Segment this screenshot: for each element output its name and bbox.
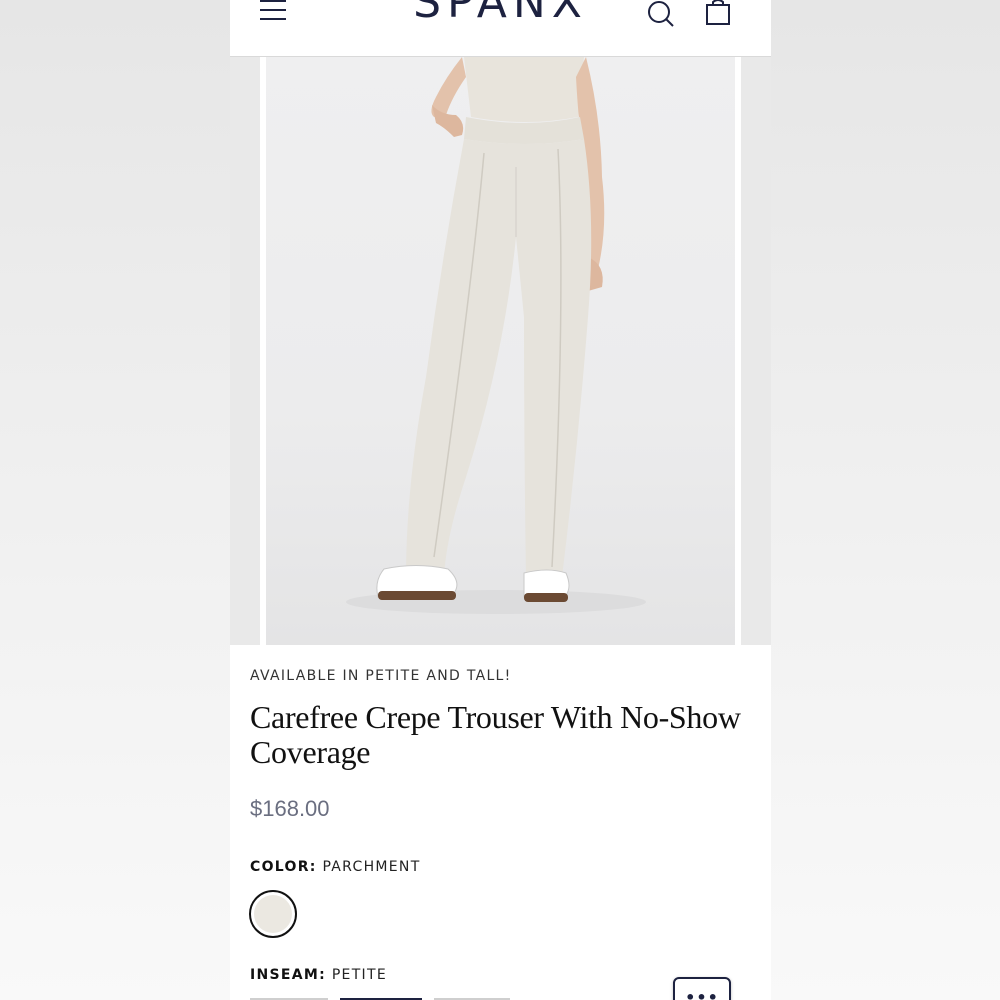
search-icon[interactable] (647, 0, 675, 28)
chat-button[interactable]: ••• (673, 977, 731, 1000)
product-image-carousel[interactable] (230, 57, 771, 645)
color-selector-label: COLOR: PARCHMENT (250, 859, 421, 875)
product-image[interactable] (266, 57, 735, 645)
inseam-value: PETITE (331, 967, 387, 983)
product-price: $168.00 (250, 796, 330, 821)
color-value: PARCHMENT (322, 859, 421, 875)
model-wearing-trousers-illustration (346, 57, 646, 614)
color-label: COLOR: (250, 859, 317, 875)
brand-logo[interactable]: SPANX (230, 0, 771, 28)
swatch-fill (254, 895, 292, 933)
mobile-viewport: SPANX AVAILABLE IN PETITE AND TALL! Care… (230, 0, 771, 1000)
shopping-bag-icon[interactable] (705, 0, 731, 26)
chat-ellipsis-icon: ••• (685, 988, 719, 1000)
inseam-selector-label: INSEAM: PETITE (250, 967, 387, 983)
site-header: SPANX (230, 0, 771, 57)
previous-image-peek[interactable] (230, 57, 260, 645)
color-swatch-parchment[interactable] (249, 890, 297, 938)
inseam-label: INSEAM: (250, 967, 327, 983)
product-title: Carefree Crepe Trouser With No-Show Cove… (250, 699, 741, 770)
availability-eyebrow: AVAILABLE IN PETITE AND TALL! (250, 668, 512, 684)
next-image-peek[interactable] (741, 57, 771, 645)
